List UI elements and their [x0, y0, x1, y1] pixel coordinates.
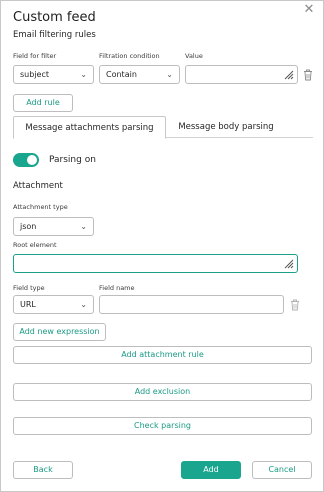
- field-name-input[interactable]: [99, 295, 284, 314]
- filtration-condition-select[interactable]: Contain ⌄: [99, 65, 180, 84]
- parsing-toggle-label: Parsing on: [49, 155, 96, 165]
- field-type-value: URL: [20, 300, 36, 309]
- email-filtering-heading: Email filtering rules: [13, 30, 96, 40]
- add-attachment-rule-button[interactable]: Add attachment rule: [13, 346, 312, 364]
- field-for-filter-label: Field for filter: [13, 52, 57, 60]
- field-type-select[interactable]: URL ⌄: [13, 295, 94, 314]
- attachment-type-label: Attachment type: [13, 203, 68, 211]
- tab-message-body-parsing[interactable]: Message body parsing: [166, 116, 286, 138]
- value-label: Value: [185, 52, 203, 60]
- tab-message-attachments-parsing[interactable]: Message attachments parsing: [13, 116, 166, 139]
- chevron-down-icon: ⌄: [166, 70, 173, 79]
- attachment-heading: Attachment: [13, 181, 63, 191]
- toggle-knob: [27, 155, 37, 165]
- resize-grip-icon[interactable]: [284, 70, 294, 80]
- field-for-filter-value: subject: [20, 70, 49, 79]
- root-element-textarea[interactable]: [13, 254, 298, 273]
- attachment-type-select[interactable]: json ⌄: [13, 217, 94, 236]
- chevron-down-icon: ⌄: [80, 222, 87, 231]
- parsing-tabs: Message attachments parsing Message body…: [13, 116, 313, 139]
- add-exclusion-button[interactable]: Add exclusion: [13, 383, 312, 401]
- chevron-down-icon: ⌄: [80, 300, 87, 309]
- field-name-label: Field name: [99, 284, 135, 292]
- check-parsing-button[interactable]: Check parsing: [13, 417, 312, 435]
- filtration-condition-label: Filtration condition: [99, 52, 160, 60]
- cancel-button[interactable]: Cancel: [252, 461, 312, 479]
- close-icon[interactable]: ✕: [303, 3, 315, 16]
- attachment-type-value: json: [20, 222, 37, 231]
- dialog-title: Custom feed: [13, 10, 96, 25]
- field-for-filter-select[interactable]: subject ⌄: [13, 65, 94, 84]
- filtration-condition-value: Contain: [106, 70, 137, 79]
- trash-icon[interactable]: [290, 299, 300, 311]
- add-new-expression-button[interactable]: Add new expression: [13, 323, 106, 341]
- value-textarea[interactable]: [185, 65, 298, 84]
- chevron-down-icon: ⌄: [80, 70, 87, 79]
- trash-icon[interactable]: [303, 69, 313, 81]
- add-rule-button[interactable]: Add rule: [13, 94, 73, 112]
- custom-feed-dialog: ✕ Custom feed Email filtering rules Fiel…: [0, 0, 324, 492]
- add-button[interactable]: Add: [181, 461, 241, 479]
- root-element-label: Root element: [13, 241, 57, 249]
- field-type-label: Field type: [13, 284, 45, 292]
- resize-grip-icon[interactable]: [284, 259, 294, 269]
- parsing-toggle[interactable]: [13, 153, 39, 167]
- back-button[interactable]: Back: [13, 461, 73, 479]
